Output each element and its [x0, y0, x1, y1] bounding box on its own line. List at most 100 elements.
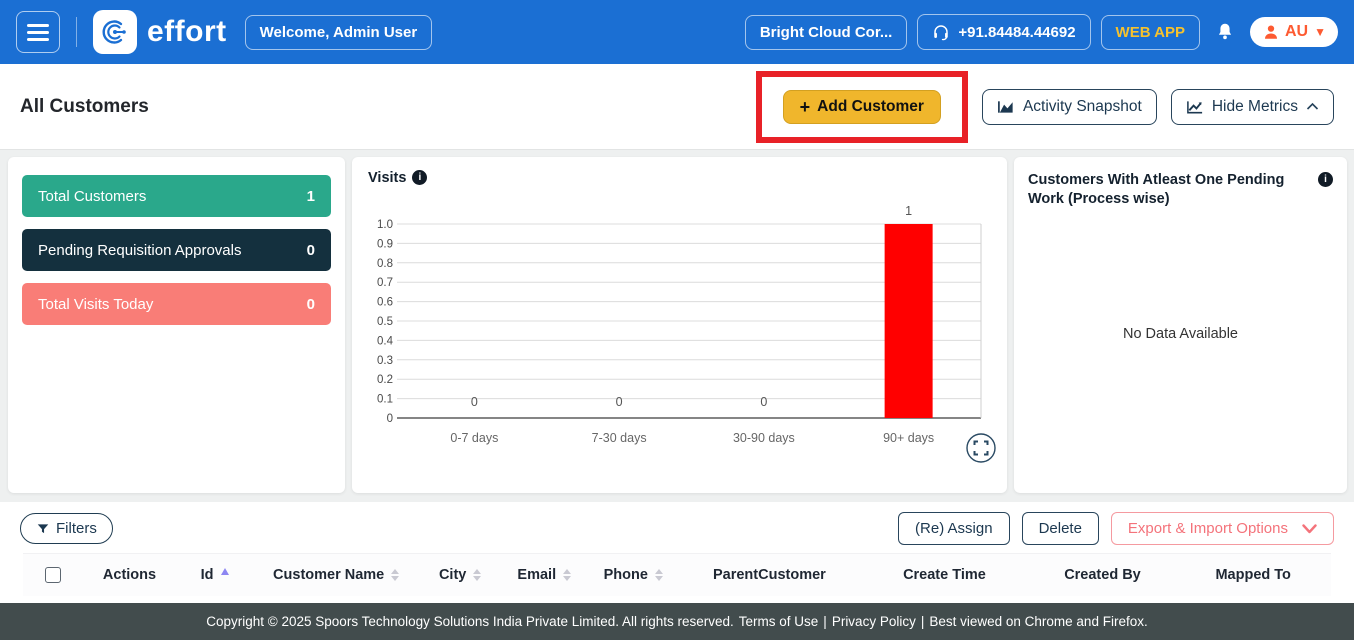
- stat-value: 0: [307, 296, 315, 313]
- table-actions-right: (Re) Assign Delete Export & Import Optio…: [898, 512, 1334, 545]
- column-label: Phone: [604, 567, 648, 583]
- welcome-user-button[interactable]: Welcome, Admin User: [245, 15, 433, 50]
- page: effort Welcome, Admin User Bright Cloud …: [0, 0, 1354, 640]
- top-header: effort Welcome, Admin User Bright Cloud …: [0, 0, 1354, 64]
- chevron-down-icon: ▼: [1314, 25, 1326, 39]
- export-import-button[interactable]: Export & Import Options: [1111, 512, 1334, 545]
- filters-label: Filters: [56, 520, 97, 537]
- column-header-city[interactable]: City: [419, 567, 502, 583]
- column-label: Created By: [1064, 567, 1141, 583]
- column-header-created-by: Created By: [1030, 567, 1176, 583]
- no-data-message: No Data Available: [1028, 209, 1333, 479]
- svg-text:0.3: 0.3: [377, 355, 393, 367]
- web-app-button[interactable]: WEB APP: [1101, 15, 1200, 50]
- svg-text:0.2: 0.2: [377, 374, 393, 386]
- svg-text:0: 0: [387, 413, 393, 425]
- welcome-label: Welcome, Admin User: [260, 24, 418, 41]
- company-label: Bright Cloud Cor...: [760, 24, 893, 41]
- sort-icon: [473, 569, 481, 581]
- user-avatar-button[interactable]: AU ▼: [1250, 17, 1338, 47]
- fullscreen-button[interactable]: [965, 432, 997, 467]
- column-label: Id: [201, 567, 214, 583]
- delete-button[interactable]: Delete: [1022, 512, 1099, 545]
- column-header-create-time: Create Time: [859, 567, 1029, 583]
- hamburger-icon: [27, 24, 49, 27]
- bell-icon: [1214, 21, 1236, 43]
- column-header-customer-name[interactable]: Customer Name: [253, 567, 418, 583]
- user-icon: [1262, 23, 1280, 41]
- column-label: Email: [517, 567, 556, 583]
- sort-icon: [391, 569, 399, 581]
- company-button[interactable]: Bright Cloud Cor...: [745, 15, 908, 50]
- svg-text:0: 0: [760, 395, 767, 409]
- brand-name: effort: [147, 15, 227, 49]
- sort-asc-icon: [221, 568, 229, 575]
- info-icon[interactable]: i: [1318, 172, 1333, 187]
- select-all-checkbox[interactable]: [45, 567, 61, 583]
- add-customer-button[interactable]: + Add Customer: [783, 90, 941, 124]
- svg-text:0.6: 0.6: [377, 296, 393, 308]
- stat-label: Pending Requisition Approvals: [38, 242, 241, 259]
- stat-total-customers: Total Customers1: [22, 175, 331, 217]
- stat-label: Total Visits Today: [38, 296, 153, 313]
- stat-total-visits-today: Total Visits Today 0: [22, 283, 331, 325]
- fullscreen-icon: [965, 432, 997, 464]
- svg-text:0: 0: [616, 395, 623, 409]
- page-title: All Customers: [20, 96, 149, 118]
- table-header-row: Actions Id Customer Name City Email Phone Pare…: [23, 553, 1331, 596]
- add-customer-label: Add Customer: [817, 98, 924, 116]
- hide-metrics-button[interactable]: Hide Metrics: [1171, 89, 1334, 125]
- svg-text:30-90 days: 30-90 days: [733, 431, 795, 445]
- filters-button[interactable]: Filters: [20, 513, 113, 544]
- filter-icon: [36, 522, 50, 536]
- column-header-id[interactable]: Id: [176, 567, 254, 583]
- stat-value: 1: [307, 188, 315, 205]
- svg-text:1: 1: [905, 204, 912, 218]
- visits-title-label: Visits: [368, 169, 406, 188]
- reassign-button[interactable]: (Re) Assign: [898, 512, 1010, 545]
- svg-text:90+ days: 90+ days: [883, 431, 934, 445]
- column-label: ParentCustomer: [713, 567, 826, 583]
- pending-work-title: Customers With Atleast One Pending Work …: [1028, 171, 1333, 209]
- support-phone-button[interactable]: +91.84484.44692: [917, 14, 1090, 50]
- plus-icon: +: [800, 98, 811, 116]
- toolbar-actions: + Add Customer Activity Snapshot Hide Me…: [756, 71, 1334, 143]
- menu-button[interactable]: [16, 11, 60, 53]
- svg-text:0.5: 0.5: [377, 316, 393, 328]
- pending-title-label: Customers With Atleast One Pending Work …: [1028, 171, 1312, 209]
- stat-pending-requisition-approvals: Pending Requisition Approvals0: [22, 229, 331, 271]
- info-icon[interactable]: i: [412, 170, 427, 185]
- header-divider: [76, 17, 77, 47]
- visits-bar-chart: 00.10.20.30.40.50.60.70.80.91.000-7 days…: [368, 198, 991, 469]
- page-toolbar: All Customers + Add Customer Activity Sn…: [0, 64, 1354, 150]
- sort-icon: [655, 569, 663, 581]
- column-label: Create Time: [903, 567, 986, 583]
- column-label: City: [439, 567, 466, 583]
- app-logo[interactable]: [93, 10, 137, 54]
- phone-label: +91.84484.44692: [958, 24, 1075, 41]
- area-chart-icon: [997, 99, 1015, 115]
- svg-text:1.0: 1.0: [377, 219, 393, 231]
- avatar-initials: AU: [1285, 23, 1308, 41]
- export-import-label: Export & Import Options: [1128, 520, 1288, 537]
- notifications-button[interactable]: [1210, 21, 1240, 43]
- column-header-email[interactable]: Email: [501, 567, 587, 583]
- column-header-actions: Actions: [83, 567, 175, 583]
- svg-text:0.7: 0.7: [377, 277, 393, 289]
- activity-snapshot-label: Activity Snapshot: [1023, 98, 1142, 116]
- pending-work-card: Customers With Atleast One Pending Work …: [1014, 157, 1347, 493]
- table-actions-row: Filters (Re) Assign Delete Export & Impo…: [0, 502, 1354, 545]
- terms-link[interactable]: Terms of Use: [739, 614, 819, 629]
- activity-snapshot-button[interactable]: Activity Snapshot: [982, 89, 1157, 125]
- column-label: Mapped To: [1215, 567, 1290, 583]
- svg-text:0: 0: [471, 395, 478, 409]
- headset-icon: [932, 23, 950, 41]
- column-header-phone[interactable]: Phone: [587, 567, 679, 583]
- privacy-link[interactable]: Privacy Policy: [832, 614, 916, 629]
- svg-text:0.4: 0.4: [377, 335, 394, 347]
- web-app-label: WEB APP: [1116, 24, 1185, 41]
- copyright-text: Copyright © 2025 Spoors Technology Solut…: [206, 614, 733, 629]
- chevron-up-icon: [1306, 102, 1319, 111]
- highlight-annotation-box: + Add Customer: [756, 71, 968, 143]
- chevron-down-icon: [1302, 524, 1317, 534]
